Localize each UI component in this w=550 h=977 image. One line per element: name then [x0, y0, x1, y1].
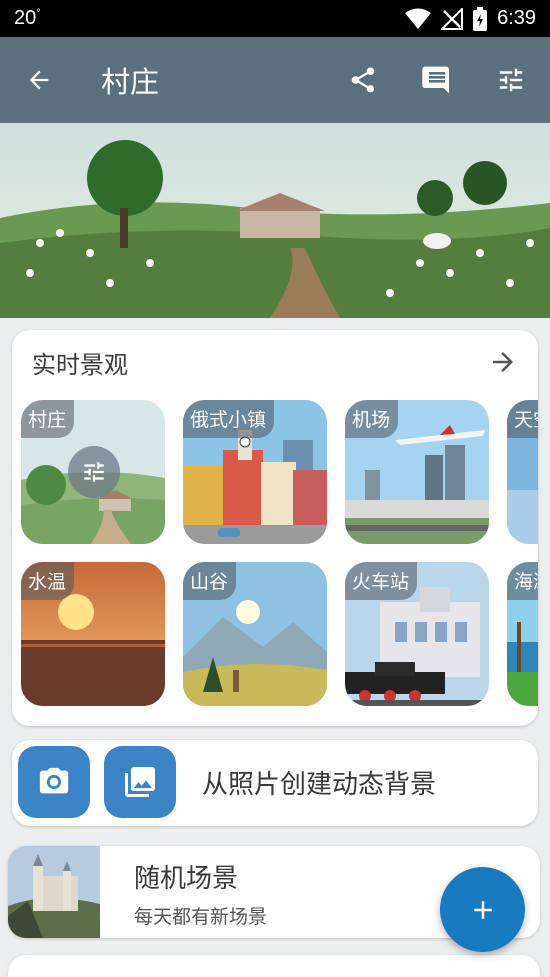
- camera-button[interactable]: [18, 746, 90, 818]
- temperature: 20°: [14, 7, 41, 29]
- scene-label: 天空: [507, 400, 538, 438]
- settings-sliders-icon: [499, 68, 523, 92]
- create-from-photo-card: 从照片创建动态背景: [12, 740, 538, 826]
- share-icon: [351, 67, 375, 93]
- scene-label: 山谷: [183, 562, 237, 600]
- no-signal-icon: [441, 7, 464, 30]
- gallery-button[interactable]: [104, 746, 176, 818]
- random-scene-subtitle: 每天都有新场景: [134, 906, 268, 928]
- arrow-right-icon[interactable]: [488, 347, 518, 377]
- clock: 6:39: [497, 7, 536, 29]
- settings-button[interactable]: [494, 63, 528, 97]
- comment-icon: [422, 66, 449, 94]
- scene-label: 火车站: [345, 562, 418, 600]
- scene-tile-russian-town[interactable]: 俄式小镇: [183, 400, 327, 544]
- scene-tile-valley[interactable]: 山谷: [183, 562, 327, 706]
- scene-label: 俄式小镇: [183, 400, 275, 438]
- share-button[interactable]: [346, 63, 380, 97]
- back-arrow-icon: [29, 70, 49, 90]
- scene-tile-airport[interactable]: 机场: [345, 400, 489, 544]
- settings-sliders-icon: [84, 462, 104, 482]
- camera-icon: [39, 767, 69, 794]
- hero-scene-preview[interactable]: [0, 123, 550, 318]
- gallery-icon: [125, 767, 155, 797]
- add-fab-button[interactable]: [440, 867, 525, 952]
- live-scenes-header[interactable]: 实时景观: [32, 342, 518, 382]
- random-scene-title: 随机场景: [134, 864, 239, 894]
- scene-label: 机场: [345, 400, 399, 438]
- scene-label: 水温: [21, 562, 75, 600]
- scene-tile-train-station[interactable]: 火车站: [345, 562, 489, 706]
- page-title: 村庄: [101, 65, 160, 99]
- back-button[interactable]: [22, 63, 56, 97]
- village-scene-image: [0, 123, 550, 318]
- section-title: 实时景观: [32, 350, 128, 379]
- create-from-photo-label[interactable]: 从照片创建动态背景: [202, 764, 436, 801]
- comment-button[interactable]: [420, 63, 454, 97]
- scene-label: 村庄: [21, 400, 75, 438]
- wifi-icon: [405, 8, 432, 29]
- app-bar: 村庄: [0, 37, 550, 123]
- battery-charging-icon: [473, 6, 488, 31]
- scene-tile-sky[interactable]: 天空: [507, 400, 538, 544]
- next-card: [8, 955, 540, 977]
- scene-tile-village[interactable]: 村庄: [21, 400, 165, 544]
- live-scenes-card: 实时景观 村庄 俄式小镇 机场 天 水温 山谷 火车站 海: [12, 330, 538, 726]
- scene-label: 海滩: [507, 562, 538, 600]
- status-bar: 20° 6:39: [0, 0, 550, 37]
- castle-thumbnail: [8, 846, 100, 938]
- scene-tile-sunset-sea[interactable]: 水温: [21, 562, 165, 706]
- scene-settings-button[interactable]: [68, 446, 120, 498]
- plus-icon: [473, 900, 492, 919]
- scene-tile-beach[interactable]: 海滩: [507, 562, 538, 706]
